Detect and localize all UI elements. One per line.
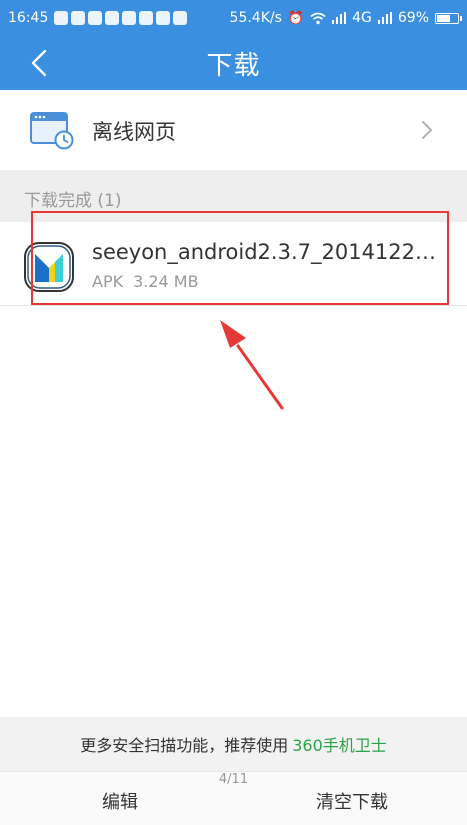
promo-bar: 更多安全扫描功能，推荐使用 360手机卫士 xyxy=(0,717,467,771)
notification-icon xyxy=(156,11,171,25)
signal-icon xyxy=(332,12,347,24)
annotation-arrow-icon xyxy=(220,320,284,410)
page-indicator: 4/11 xyxy=(218,772,249,787)
notification-icon xyxy=(71,11,86,25)
offline-pages-row[interactable]: 离线网页 xyxy=(0,90,467,170)
status-bar: 16:45 55.4K/s ⏰ 4G 69% xyxy=(0,0,467,36)
file-meta: APK 3.24 MB xyxy=(92,272,199,291)
download-item[interactable]: seeyon_android2.3.7_20141226.apk APK 3.24… xyxy=(0,222,467,306)
notification-icon xyxy=(54,11,69,25)
chevron-right-icon xyxy=(422,121,432,139)
status-right: 55.4K/s ⏰ 4G 69% xyxy=(229,10,462,26)
offline-pages-label: 离线网页 xyxy=(92,120,176,144)
page-title: 下载 xyxy=(206,50,261,81)
alarm-icon: ⏰ xyxy=(287,10,305,26)
offline-page-icon xyxy=(30,112,74,150)
file-type: APK xyxy=(92,272,124,291)
chevron-left-icon xyxy=(31,49,47,77)
file-name: seeyon_android2.3.7_20141226.apk xyxy=(92,240,444,264)
notification-icons xyxy=(54,11,188,25)
network-type: 4G xyxy=(352,10,372,26)
notification-icon xyxy=(173,11,188,25)
battery-percent: 69% xyxy=(397,10,429,26)
app-bar: 下载 xyxy=(0,36,467,90)
promo-text: 更多安全扫描功能，推荐使用 xyxy=(80,736,289,755)
notification-icon xyxy=(139,11,154,25)
app-icon xyxy=(24,242,74,292)
clear-downloads-button[interactable]: 清空下载 xyxy=(290,788,414,814)
status-time: 16:45 xyxy=(8,10,49,26)
divider xyxy=(0,305,467,306)
edit-button[interactable]: 编辑 xyxy=(60,788,180,814)
bottom-bar: 4/11 编辑 清空下载 xyxy=(0,771,467,825)
battery-icon xyxy=(435,12,462,24)
notification-icon xyxy=(105,11,120,25)
back-button[interactable] xyxy=(22,46,56,80)
wifi-icon xyxy=(310,12,326,24)
battery-fill xyxy=(437,14,451,22)
notification-icon xyxy=(122,11,137,25)
section-header: 下载完成 (1) xyxy=(0,170,467,222)
file-size: 3.24 MB xyxy=(133,272,199,291)
signal-icon xyxy=(377,12,392,24)
network-speed: 55.4K/s xyxy=(229,10,282,26)
promo-link[interactable]: 360手机卫士 xyxy=(292,732,387,756)
notification-icon xyxy=(88,11,103,25)
